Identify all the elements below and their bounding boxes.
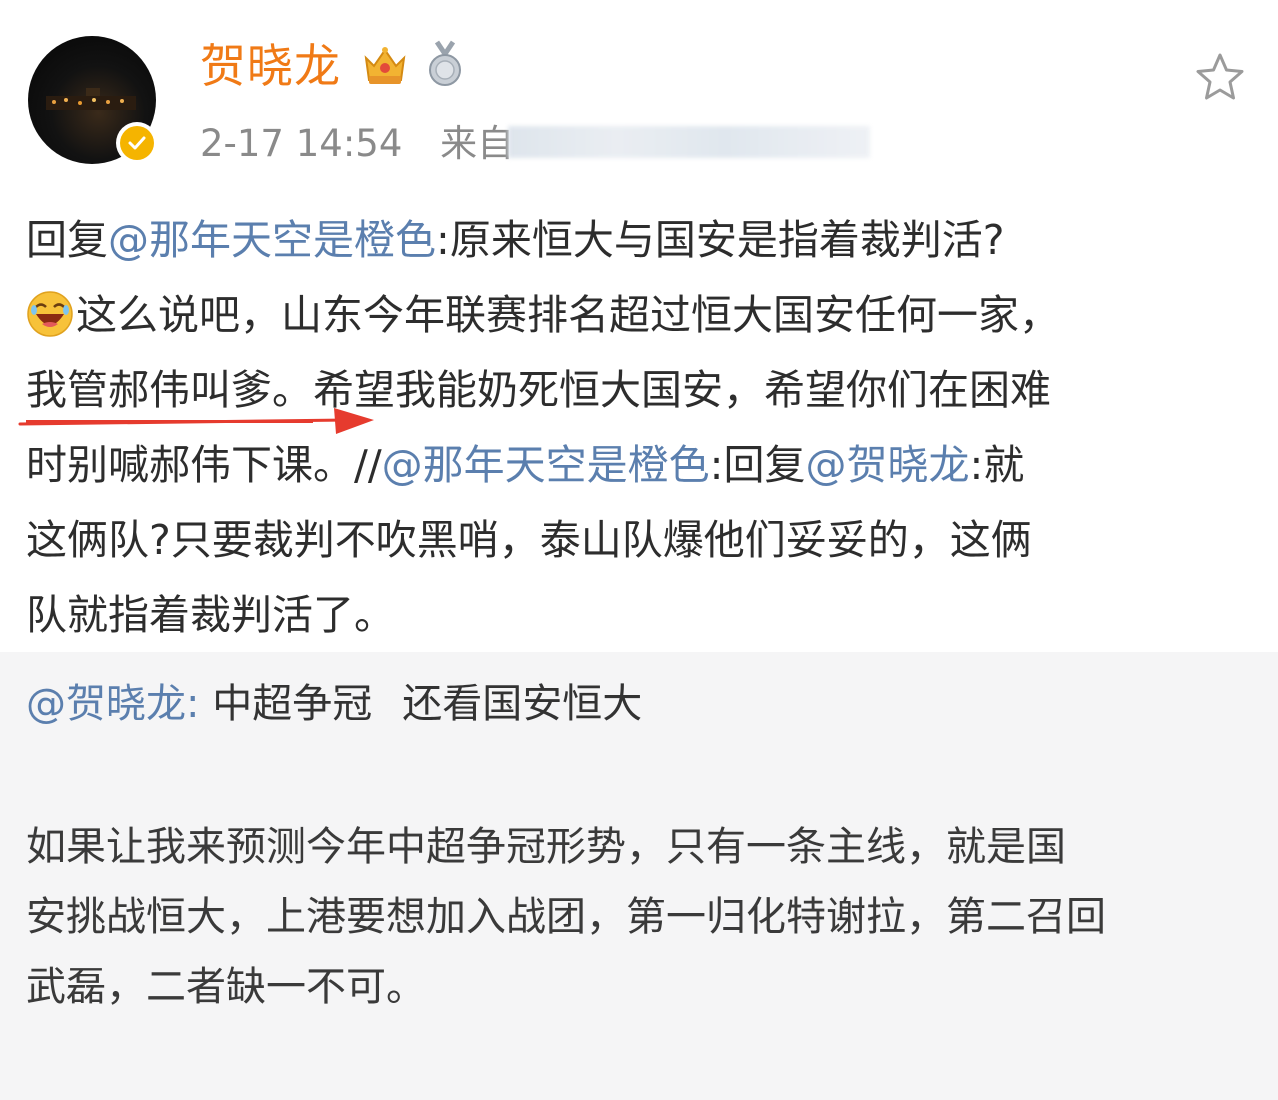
mention-link[interactable]: @贺晓龙:	[26, 681, 199, 727]
post-text: 这么说吧，山东今年联赛排名超过恒大国安任何一家，	[76, 291, 1060, 339]
mention-link[interactable]: @那年天空是橙色	[108, 216, 436, 264]
vip-crown-icon[interactable]	[360, 40, 410, 90]
username[interactable]: 贺晓龙	[200, 38, 341, 94]
post-text: :原来恒大与国安是指着裁判活?	[436, 216, 1005, 264]
quoted-line: 安挑战恒大，上港要想加入战团，第一归化特谢拉，第二召回	[26, 894, 1106, 940]
source-label: 来自	[440, 122, 515, 165]
post-meta: 2-17 14:54 来自	[200, 120, 514, 168]
reply-prefix: 回复	[26, 216, 108, 264]
post-text: :回复	[709, 441, 806, 489]
quoted-line: 如果让我来预测今年中超争冠形势，只有一条主线，就是国	[26, 824, 1066, 870]
post-line: 这俩队?只要裁判不吹黑哨，泰山队爆他们妥妥的，这俩	[26, 516, 1032, 564]
post-line: 这么说吧，山东今年联赛排名超过恒大国安任何一家，	[26, 278, 1258, 353]
quoted-title-text: 还看国安恒大	[402, 681, 643, 727]
timestamp: 2-17 14:54	[200, 122, 403, 165]
post-line: 回复@那年天空是橙色:原来恒大与国安是指着裁判活?	[26, 203, 1258, 278]
quoted-line: 武磊，二者缺一不可。	[26, 964, 426, 1010]
avatar-night-scene	[46, 88, 136, 110]
medal-icon[interactable]	[425, 40, 465, 90]
quoted-title: @贺晓龙: 中超争冠 还看国安恒大	[26, 674, 642, 734]
quoted-body: 如果让我来预测今年中超争冠形势，只有一条主线，就是国 安挑战恒大，上港要想加入战…	[26, 812, 1258, 1022]
red-arrow-annotation	[18, 408, 374, 434]
star-icon[interactable]	[1192, 50, 1248, 106]
post-text: :就	[969, 441, 1025, 489]
post-header: 贺晓龙 2-17 14:54 来自	[0, 0, 1278, 185]
quoted-title-text: 中超争冠	[212, 681, 373, 727]
post-text: 希望我能奶死恒大国安，希望你们在困难	[313, 366, 1051, 414]
quoted-article[interactable]: @贺晓龙: 中超争冠 还看国安恒大 如果让我来预测今年中超争冠形势，只有一条主线，…	[0, 652, 1278, 1100]
laugh-emoji-icon	[27, 291, 73, 337]
mention-link[interactable]: @贺晓龙	[805, 441, 969, 489]
verified-badge-icon	[116, 122, 158, 164]
post-text: 时别喊郝伟下课。//	[26, 441, 382, 489]
blurred-source	[508, 126, 870, 158]
mention-link[interactable]: @那年天空是橙色	[382, 441, 710, 489]
post-line: 队就指着裁判活了。	[26, 591, 395, 639]
